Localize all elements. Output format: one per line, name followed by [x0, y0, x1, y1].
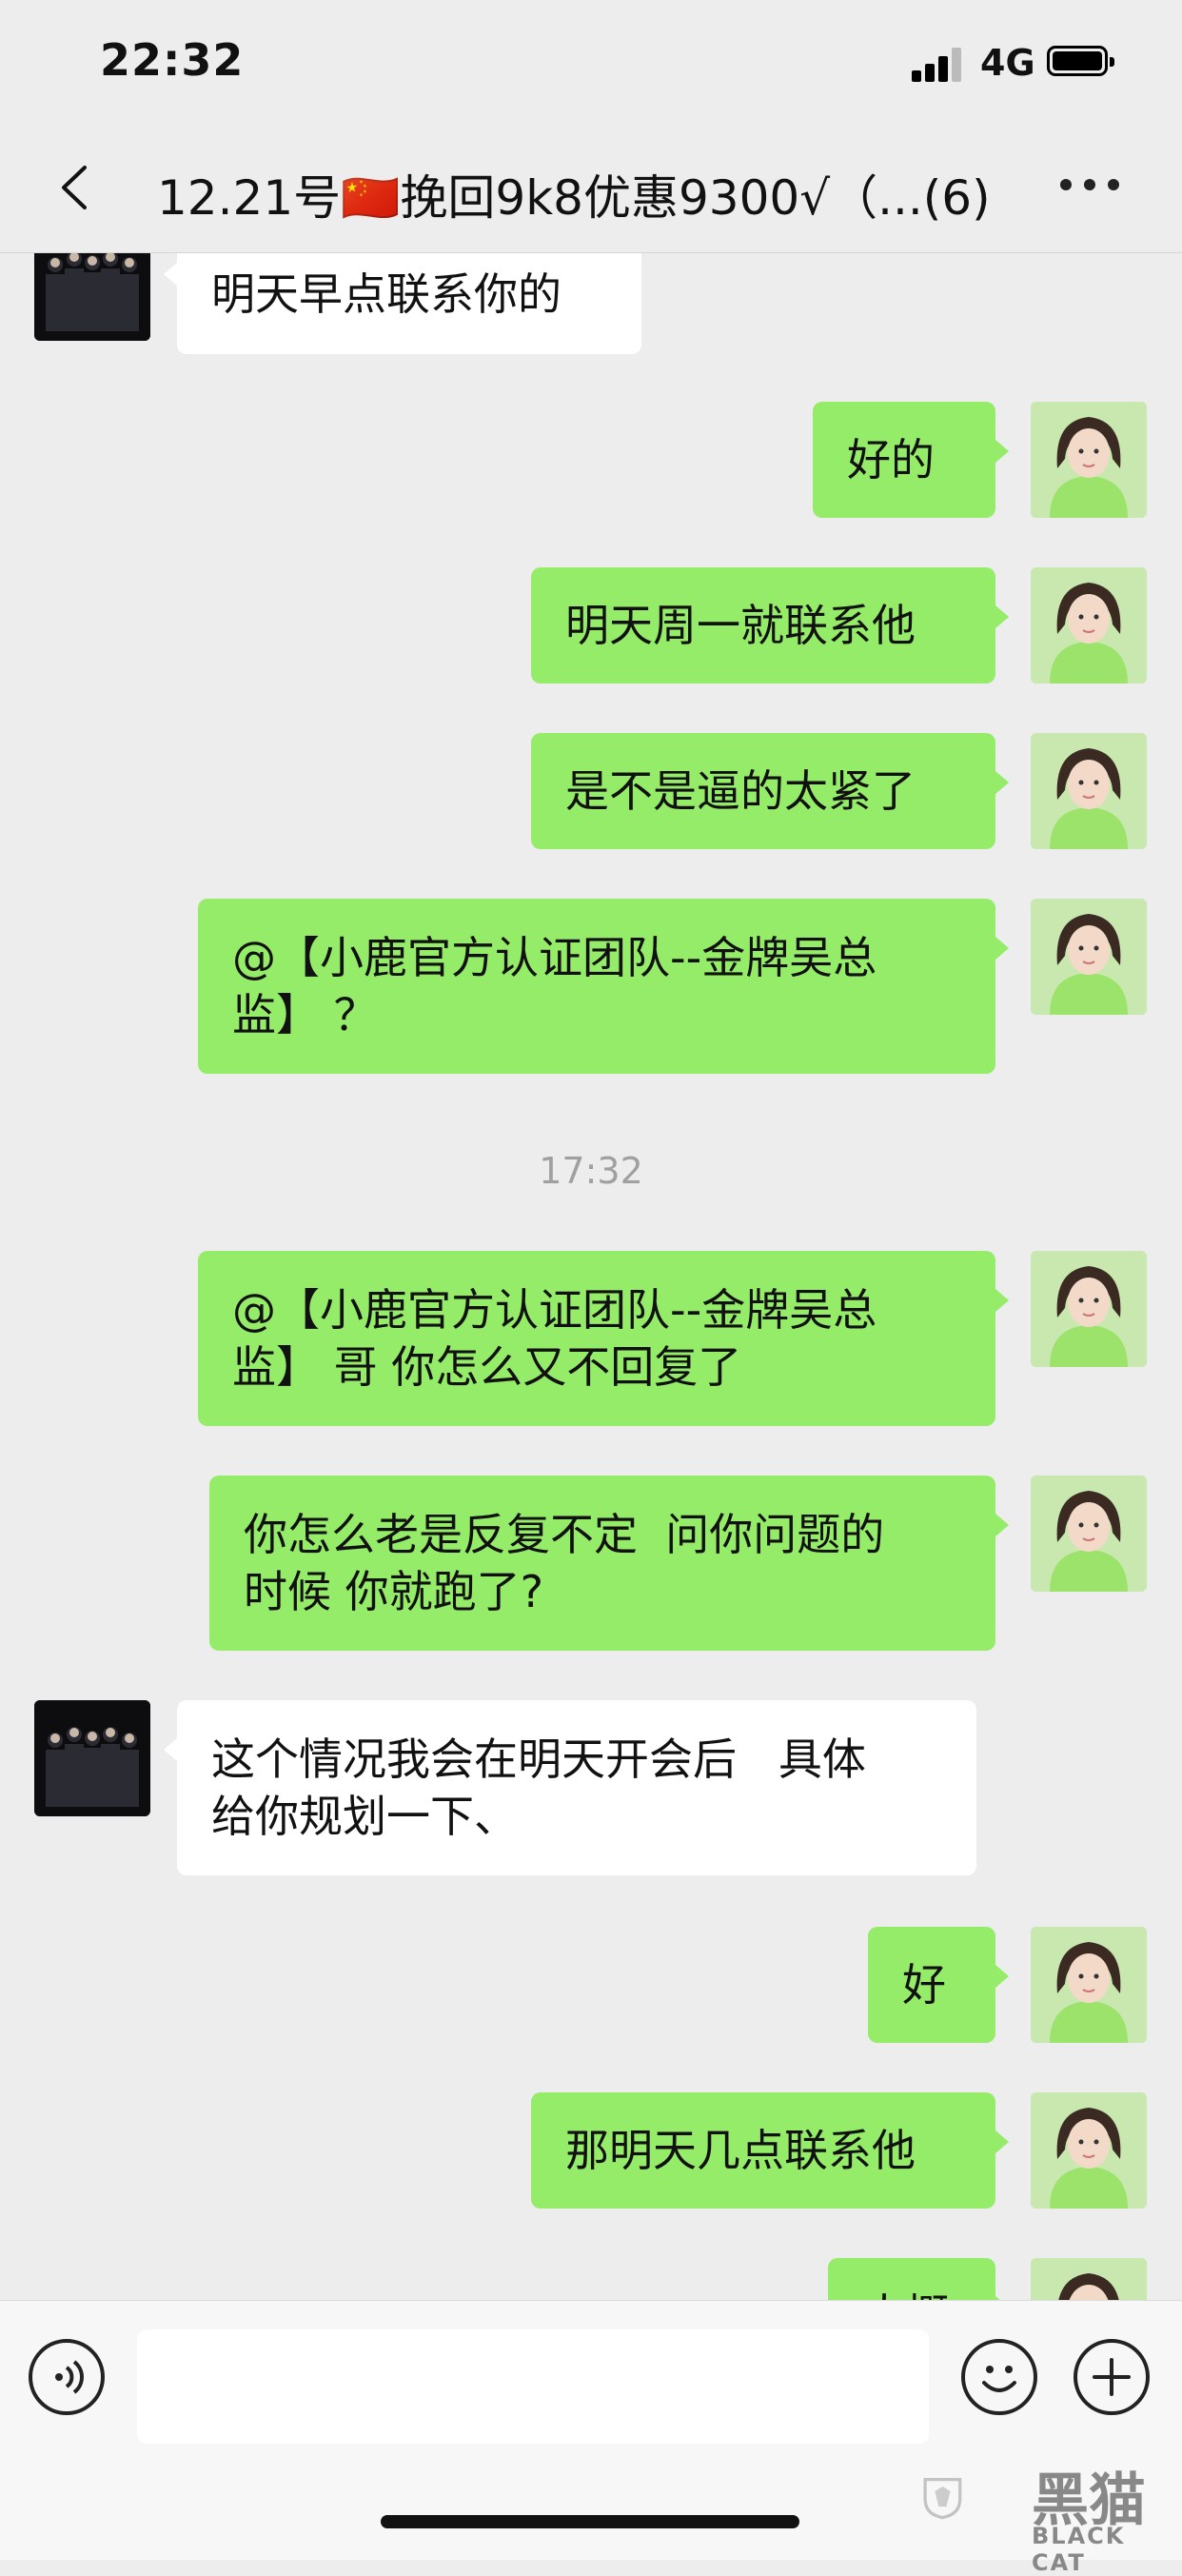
status-time: 22:32 [100, 34, 245, 86]
message-bubble-outgoing[interactable]: 好 [868, 1927, 1009, 2043]
network-label: 4G [980, 42, 1035, 84]
message-timestamp: 17:32 [539, 1150, 643, 1192]
more-icon[interactable] [1060, 179, 1119, 194]
avatar[interactable] [1031, 1927, 1147, 2043]
avatar[interactable] [1031, 567, 1147, 684]
avatar[interactable] [1031, 1251, 1147, 1367]
watermark-subtext: BLACK CAT [1032, 2523, 1126, 2576]
black-cat-logo-icon [923, 2478, 962, 2520]
message-bubble-outgoing[interactable]: 好的 [813, 402, 1009, 518]
plus-icon[interactable] [1074, 2339, 1150, 2415]
message-bubble-incoming[interactable]: 明天早点联系你的 [164, 253, 641, 354]
back-icon[interactable] [52, 164, 100, 211]
avatar[interactable] [1031, 899, 1147, 1015]
avatar[interactable] [1031, 733, 1147, 849]
message-input[interactable] [137, 2329, 929, 2444]
avatar[interactable] [34, 1700, 150, 1816]
message-bubble-outgoing[interactable]: @【小鹿官方认证团队--金牌吴总 监】 哥 你怎么又不回复了 [198, 1251, 1009, 1426]
chat-title: 12.21号🇨🇳挽回9k8优惠9300√（...(6) [157, 170, 991, 226]
signal-icon [912, 48, 965, 82]
voice-icon[interactable] [29, 2339, 105, 2415]
avatar[interactable] [1031, 402, 1147, 518]
nav-bar: 12.21号🇨🇳挽回9k8优惠9300√（...(6) [0, 124, 1182, 253]
home-indicator [381, 2515, 799, 2528]
avatar[interactable] [1031, 1476, 1147, 1592]
status-bar: 22:32 4G [0, 0, 1182, 124]
avatar[interactable] [1031, 2092, 1147, 2209]
message-bubble-outgoing[interactable]: 大概 [828, 2258, 1009, 2300]
message-bubble-outgoing[interactable]: 那明天几点联系他 [531, 2092, 1009, 2209]
avatar[interactable] [1031, 2258, 1147, 2300]
message-bubble-outgoing[interactable]: @【小鹿官方认证团队--金牌吴总 监】 ？ [198, 899, 1009, 1074]
battery-icon [1047, 46, 1114, 76]
message-bubble-incoming[interactable]: 这个情况我会在明天开会后 具体 给你规划一下、 [164, 1700, 976, 1875]
emoji-icon[interactable] [961, 2339, 1037, 2415]
message-bubble-outgoing[interactable]: 是不是逼的太紧了 [531, 733, 1009, 849]
message-bubble-outgoing[interactable]: 明天周一就联系他 [531, 567, 1009, 684]
avatar[interactable] [34, 253, 150, 341]
chat-area[interactable]: 明天早点联系你的 好的 明天周一就联系他 是不是逼的太紧了 @【小鹿官方认证团队… [0, 253, 1182, 2300]
message-bubble-outgoing[interactable]: 你怎么老是反复不定 问你问题的 时候 你就跑了? [209, 1476, 1009, 1651]
